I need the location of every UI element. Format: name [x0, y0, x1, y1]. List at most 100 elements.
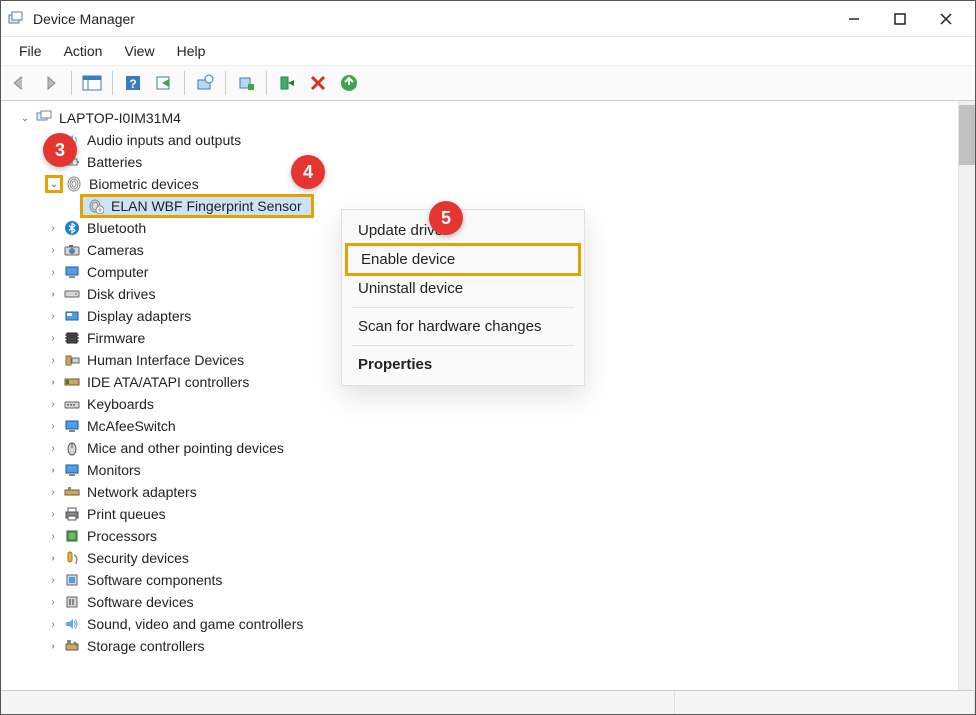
callout-3: 3 [43, 133, 77, 167]
minimize-button[interactable] [831, 3, 877, 35]
tree-node-label: Print queues [87, 506, 166, 522]
menu-action[interactable]: Action [54, 41, 113, 61]
device-tree[interactable]: ⌄ LAPTOP-I0IM31M4 › Audio inputs and out… [1, 101, 958, 690]
action-button[interactable] [149, 68, 179, 98]
chevron-right-icon[interactable]: › [45, 352, 61, 368]
disk-icon [63, 285, 81, 303]
update-toolbar-button[interactable] [334, 68, 364, 98]
chevron-right-icon[interactable]: › [45, 572, 61, 588]
enable-toolbar-button[interactable] [272, 68, 302, 98]
show-hidden-button[interactable] [77, 68, 107, 98]
chevron-right-icon[interactable]: › [45, 484, 61, 500]
tree-node-label: Bluetooth [87, 220, 146, 236]
separator [352, 345, 574, 346]
tree-node-sw-components[interactable]: › Software components [3, 569, 956, 591]
fingerprint-device-icon [87, 197, 105, 215]
context-uninstall-device[interactable]: Uninstall device [342, 274, 584, 303]
chevron-right-icon[interactable]: › [45, 550, 61, 566]
context-scan-hardware[interactable]: Scan for hardware changes [342, 312, 584, 341]
tree-root[interactable]: ⌄ LAPTOP-I0IM31M4 [3, 107, 956, 129]
tree-node-print[interactable]: › Print queues [3, 503, 956, 525]
mouse-icon [63, 439, 81, 457]
chevron-right-icon[interactable]: › [45, 506, 61, 522]
window-controls [831, 3, 969, 35]
tree-node-elan-fingerprint[interactable]: ELAN WBF Fingerprint Sensor [81, 195, 313, 217]
chevron-right-icon[interactable]: › [45, 220, 61, 236]
chevron-right-icon[interactable]: › [45, 418, 61, 434]
security-icon [63, 549, 81, 567]
chevron-right-icon[interactable]: › [45, 308, 61, 324]
maximize-button[interactable] [877, 3, 923, 35]
tree-node-label: Software components [87, 572, 222, 588]
tree-node-label: Biometric devices [89, 176, 199, 192]
tree-node-sound[interactable]: › Sound, video and game controllers [3, 613, 956, 635]
menu-file[interactable]: File [9, 41, 52, 61]
menu-help[interactable]: Help [167, 41, 216, 61]
chevron-right-icon[interactable]: › [45, 528, 61, 544]
chevron-right-icon[interactable]: › [45, 286, 61, 302]
chevron-right-icon[interactable]: › [45, 462, 61, 478]
scroll-thumb[interactable] [959, 105, 975, 165]
tree-node-label: ELAN WBF Fingerprint Sensor [111, 198, 302, 214]
tree-node-label: Network adapters [87, 484, 197, 500]
bluetooth-icon [63, 219, 81, 237]
chevron-right-icon[interactable]: › [45, 638, 61, 654]
tree-node-label: Firmware [87, 330, 145, 346]
add-button[interactable] [231, 68, 261, 98]
fingerprint-icon [65, 175, 83, 193]
tree-node-security[interactable]: › Security devices [3, 547, 956, 569]
uninstall-toolbar-button[interactable] [303, 68, 333, 98]
tree-node-label: Cameras [87, 242, 144, 258]
help-button[interactable]: ? [118, 68, 148, 98]
cpu-icon [63, 527, 81, 545]
chevron-right-icon[interactable]: › [45, 594, 61, 610]
monitor-icon [63, 417, 81, 435]
monitor-icon [63, 263, 81, 281]
tree-node-mcafee[interactable]: › McAfeeSwitch [3, 415, 956, 437]
chevron-right-icon[interactable]: › [45, 264, 61, 280]
chevron-right-icon[interactable]: › [45, 374, 61, 390]
sound-icon [63, 615, 81, 633]
menu-view[interactable]: View [114, 41, 164, 61]
tree-node-monitors[interactable]: › Monitors [3, 459, 956, 481]
tree-node-keyboards[interactable]: › Keyboards [3, 393, 956, 415]
status-cell [1, 691, 675, 714]
chevron-down-icon[interactable]: ⌄ [45, 175, 63, 193]
tree-node-storage[interactable]: › Storage controllers [3, 635, 956, 657]
menubar: File Action View Help [1, 37, 975, 65]
back-button[interactable] [5, 68, 35, 98]
vertical-scrollbar[interactable] [958, 101, 975, 690]
tree-node-mice[interactable]: › Mice and other pointing devices [3, 437, 956, 459]
tree-node-sw-devices[interactable]: › Software devices [3, 591, 956, 613]
tree-node-label: Computer [87, 264, 148, 280]
forward-button[interactable] [36, 68, 66, 98]
tree-node-label: Batteries [87, 154, 142, 170]
tree-node-label: Software devices [87, 594, 194, 610]
ide-icon [63, 373, 81, 391]
tree-node-audio[interactable]: › Audio inputs and outputs [3, 129, 956, 151]
context-properties[interactable]: Properties [342, 350, 584, 379]
tree-node-processors[interactable]: › Processors [3, 525, 956, 547]
tree-node-label: Security devices [87, 550, 189, 566]
tree-node-label: Keyboards [87, 396, 154, 412]
chevron-down-icon[interactable]: ⌄ [17, 110, 33, 126]
tree-node-batteries[interactable]: › Batteries [3, 151, 956, 173]
statusbar [1, 690, 975, 714]
separator [184, 71, 185, 95]
chevron-right-icon[interactable]: › [45, 396, 61, 412]
scan-button[interactable] [190, 68, 220, 98]
window-title: Device Manager [33, 11, 831, 27]
chevron-right-icon[interactable]: › [45, 330, 61, 346]
tree-node-biometric[interactable]: ⌄ Biometric devices [3, 173, 956, 195]
tree-node-label: Audio inputs and outputs [87, 132, 241, 148]
context-enable-device[interactable]: Enable device [345, 243, 581, 276]
context-update-driver[interactable]: Update driver [342, 216, 584, 245]
titlebar: Device Manager [1, 1, 975, 37]
close-button[interactable] [923, 3, 969, 35]
chevron-right-icon[interactable]: › [45, 440, 61, 456]
tree-node-label: Human Interface Devices [87, 352, 244, 368]
chevron-right-icon[interactable]: › [45, 242, 61, 258]
tree-node-network[interactable]: › Network adapters [3, 481, 956, 503]
chevron-right-icon[interactable]: › [45, 616, 61, 632]
tree-node-label: Processors [87, 528, 157, 544]
